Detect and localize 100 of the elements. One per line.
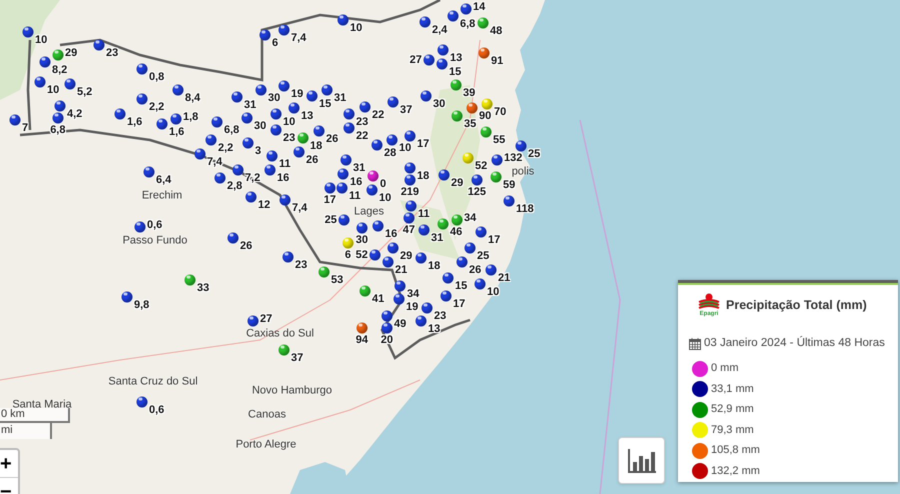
station-marker[interactable] [242, 112, 252, 124]
station-marker[interactable] [144, 166, 154, 178]
chart-button[interactable] [618, 437, 665, 484]
station-marker[interactable] [194, 148, 206, 160]
station-marker[interactable] [260, 30, 270, 40]
station-marker[interactable] [40, 56, 50, 68]
station-marker[interactable] [156, 118, 168, 130]
station-marker[interactable] [456, 256, 468, 268]
station-marker[interactable] [442, 272, 454, 284]
station-marker[interactable] [480, 126, 492, 138]
station-marker[interactable] [490, 172, 502, 182]
station-marker[interactable] [416, 316, 426, 326]
station-marker[interactable] [478, 18, 488, 28]
station-marker[interactable] [416, 252, 426, 264]
station-marker[interactable] [306, 90, 318, 102]
station-marker[interactable] [340, 154, 352, 166]
station-marker[interactable] [52, 50, 64, 60]
station-marker[interactable] [366, 184, 378, 196]
station-marker[interactable] [10, 114, 20, 126]
station-marker[interactable] [438, 44, 448, 56]
station-marker[interactable] [382, 310, 392, 322]
station-marker[interactable] [280, 194, 290, 206]
station-marker[interactable] [114, 108, 126, 120]
station-marker[interactable] [424, 54, 434, 66]
station-marker[interactable] [382, 322, 392, 334]
station-marker[interactable] [370, 250, 380, 260]
station-marker[interactable] [394, 294, 404, 304]
station-marker[interactable] [256, 84, 266, 96]
station-marker[interactable] [406, 200, 416, 212]
station-marker[interactable] [420, 90, 432, 102]
station-marker[interactable] [472, 174, 482, 186]
station-marker[interactable] [206, 134, 216, 146]
station-marker[interactable] [136, 396, 148, 408]
station-marker[interactable] [314, 126, 324, 136]
station-marker[interactable] [360, 286, 370, 296]
station-marker[interactable] [338, 168, 348, 180]
station-marker[interactable] [282, 252, 294, 262]
station-marker[interactable] [404, 174, 416, 186]
station-marker[interactable] [318, 266, 330, 278]
station-marker[interactable] [448, 10, 458, 22]
station-marker[interactable] [440, 290, 452, 302]
station-marker[interactable] [486, 264, 496, 276]
station-marker[interactable] [214, 172, 226, 184]
station-marker[interactable] [94, 40, 104, 50]
station-marker[interactable] [516, 140, 526, 152]
station-marker[interactable] [464, 242, 476, 254]
station-marker[interactable] [278, 24, 290, 36]
station-marker[interactable] [466, 102, 478, 114]
station-marker[interactable] [420, 16, 430, 28]
station-marker[interactable] [136, 64, 148, 74]
station-marker[interactable] [482, 98, 492, 110]
station-marker[interactable] [474, 278, 486, 290]
station-marker[interactable] [336, 182, 348, 194]
station-marker[interactable] [404, 130, 416, 142]
station-marker[interactable] [170, 114, 182, 124]
station-marker[interactable] [368, 170, 378, 182]
station-marker[interactable] [34, 76, 46, 88]
station-marker[interactable] [386, 134, 398, 146]
station-marker[interactable] [232, 164, 244, 176]
zoom-in-button[interactable]: + [0, 450, 18, 478]
station-marker[interactable] [298, 132, 308, 144]
station-marker[interactable] [388, 96, 398, 108]
station-marker[interactable] [372, 220, 384, 232]
zoom-out-button[interactable]: − [0, 478, 18, 494]
station-marker[interactable] [422, 302, 432, 314]
station-marker[interactable] [134, 222, 146, 232]
station-marker[interactable] [460, 4, 472, 14]
station-marker[interactable] [122, 292, 132, 302]
station-marker[interactable] [136, 94, 148, 104]
station-marker[interactable] [450, 80, 462, 90]
station-marker[interactable] [388, 242, 398, 254]
station-marker[interactable] [54, 100, 66, 112]
station-marker[interactable] [342, 238, 354, 248]
station-marker[interactable] [270, 108, 282, 120]
station-marker[interactable] [338, 214, 350, 226]
station-marker[interactable] [172, 84, 184, 96]
station-marker[interactable] [288, 102, 300, 114]
station-marker[interactable] [478, 48, 490, 58]
station-marker[interactable] [394, 280, 406, 292]
station-marker[interactable] [278, 80, 290, 92]
station-marker[interactable] [338, 14, 348, 26]
station-marker[interactable] [264, 164, 276, 176]
station-marker[interactable] [270, 124, 282, 136]
station-marker[interactable] [492, 154, 502, 166]
station-marker[interactable] [404, 162, 416, 174]
station-marker[interactable] [344, 122, 354, 134]
station-marker[interactable] [436, 58, 448, 70]
station-marker[interactable] [232, 92, 242, 102]
station-marker[interactable] [266, 150, 278, 162]
station-marker[interactable] [356, 322, 368, 334]
station-marker[interactable] [212, 116, 222, 128]
station-marker[interactable] [248, 316, 258, 326]
station-marker[interactable] [360, 102, 370, 112]
station-marker[interactable] [228, 232, 238, 244]
station-marker[interactable] [356, 222, 368, 234]
station-marker[interactable] [242, 138, 254, 148]
station-marker[interactable] [294, 146, 304, 158]
station-marker[interactable] [438, 218, 448, 230]
station-marker[interactable] [324, 182, 336, 194]
station-marker[interactable] [476, 226, 486, 238]
